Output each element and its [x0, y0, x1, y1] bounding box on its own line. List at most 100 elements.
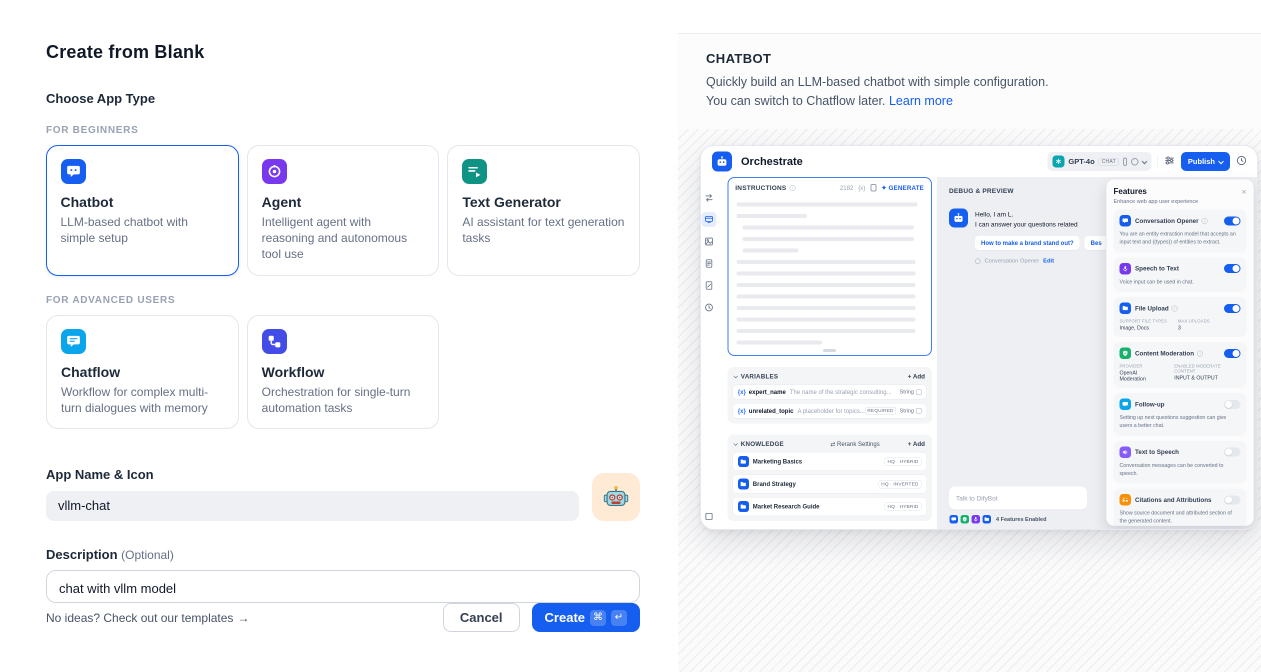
- learn-more-link[interactable]: Learn more: [889, 94, 953, 108]
- feature-toggle[interactable]: [1224, 216, 1241, 225]
- dataset-icon: [738, 501, 749, 512]
- cancel-button[interactable]: Cancel: [443, 603, 520, 632]
- preview-topbar: Orchestrate ∗ GPT-4o CHAT: [701, 146, 1258, 177]
- close-icon[interactable]: ×: [1242, 187, 1247, 196]
- opener-icon: [975, 258, 981, 264]
- app-name-input[interactable]: [46, 491, 579, 521]
- collapse-icon[interactable]: [733, 441, 737, 445]
- type-icon: [916, 389, 922, 395]
- feature-toggle[interactable]: [1224, 399, 1241, 408]
- placeholder-line: [736, 202, 917, 206]
- feature-toggle[interactable]: [1224, 447, 1241, 456]
- file-text-icon[interactable]: [702, 256, 717, 271]
- app-logo-icon: [712, 151, 732, 171]
- features-panel: Features × Enhance web app user experien…: [1106, 179, 1254, 526]
- resize-handle[interactable]: [823, 349, 836, 352]
- text-generator-icon: [462, 159, 487, 184]
- publish-button[interactable]: Publish: [1181, 152, 1230, 171]
- knowledge-row[interactable]: Market Research GuideHQ · HYBRID: [732, 497, 927, 516]
- tune-icon[interactable]: [1164, 154, 1175, 168]
- placeholder-line: [736, 329, 915, 333]
- description-textarea[interactable]: chat with vllm model: [46, 570, 640, 603]
- preview-panel-header: CHATBOT Quickly build an LLM-based chatb…: [678, 34, 1261, 129]
- description-label-row: Description (Optional): [46, 547, 640, 562]
- choose-app-type-label: Choose App Type: [46, 91, 640, 106]
- placeholder-line: [736, 294, 915, 298]
- variable-row[interactable]: {x}unrelated_topicA placeholder for topi…: [732, 403, 927, 419]
- create-form-panel: Create from Blank Choose App Type FOR BE…: [0, 0, 678, 672]
- app-name-row: App Name & Icon: [46, 467, 640, 521]
- instructions-placeholder-text: [728, 195, 931, 344]
- feature-toggle[interactable]: [1224, 495, 1241, 504]
- create-button[interactable]: Create ⌘ ↵: [532, 603, 640, 632]
- app-type-card-text-generator[interactable]: Text GeneratorAI assistant for text gene…: [447, 145, 640, 276]
- feature-toggle[interactable]: [1224, 348, 1241, 357]
- params-icon: [1131, 157, 1139, 165]
- chat-mini-icon: [949, 514, 959, 524]
- app-icon-picker[interactable]: [592, 473, 640, 521]
- retrieval-badge: HQ · INVERTED: [878, 479, 921, 488]
- app-type-preview-panel: CHATBOT Quickly build an LLM-based chatb…: [678, 0, 1261, 672]
- history-icon[interactable]: [1236, 154, 1247, 168]
- placeholder-line: [736, 340, 822, 344]
- char-count: 2182: [840, 184, 853, 191]
- create-app-dialog: Create from Blank Choose App Type FOR BE…: [0, 0, 1261, 672]
- templates-link[interactable]: No ideas? Check out our templates→: [46, 611, 249, 625]
- file-edit-icon[interactable]: [702, 278, 717, 293]
- feature-card-follow-up: Follow-upSetting up next questions sugge…: [1114, 393, 1247, 436]
- bot-avatar: [949, 208, 968, 227]
- dataset-icon: [738, 478, 749, 489]
- app-type-heading: CHATBOT: [706, 51, 1233, 66]
- retrieval-badge: HQ · HYBRID: [885, 457, 922, 466]
- variable-row[interactable]: {x}expert_nameThe name of the strategic …: [732, 384, 927, 399]
- preview-config-column: INSTRUCTIONS 2182 {x} ✦ GENERATE: [717, 177, 937, 530]
- frame-icon[interactable]: [702, 509, 717, 524]
- arrow-right-icon: →: [237, 611, 249, 625]
- swap-icon[interactable]: [702, 190, 717, 205]
- beginner-app-cards: ChatbotLLM-based chatbot with simple set…: [46, 145, 640, 276]
- model-selector[interactable]: ∗ GPT-4o CHAT: [1047, 152, 1151, 171]
- add-knowledge-button[interactable]: + Add: [908, 440, 925, 447]
- suggested-question-chip[interactable]: How to make a brand stand out?: [975, 236, 1080, 250]
- info-icon: [1172, 305, 1178, 311]
- instructions-panel[interactable]: INSTRUCTIONS 2182 {x} ✦ GENERATE: [727, 177, 932, 356]
- enter-key-icon: ↵: [611, 610, 627, 626]
- preview-canvas: Orchestrate ∗ GPT-4o CHAT: [678, 129, 1261, 672]
- shield-mini-icon: [960, 514, 970, 524]
- suggested-question-chip[interactable]: Bes: [1085, 236, 1108, 250]
- retrieval-badge: HQ · HYBRID: [885, 502, 922, 511]
- placeholder-line: [742, 237, 914, 241]
- add-variable-button[interactable]: + Add: [908, 373, 925, 380]
- edit-opener-button[interactable]: Edit: [1043, 258, 1054, 264]
- beginners-group-label: FOR BEGINNERS: [46, 125, 640, 136]
- type-icon: [916, 408, 922, 414]
- collapse-icon[interactable]: [733, 374, 737, 378]
- image-icon[interactable]: [702, 234, 717, 249]
- chat-mode-badge: CHAT: [1099, 157, 1119, 165]
- history-icon[interactable]: [702, 300, 717, 315]
- orchestrate-icon[interactable]: [702, 212, 717, 227]
- gpt4o-model-icon: ∗: [1052, 155, 1064, 167]
- rerank-settings-button[interactable]: ⇄ Rerank Settings: [830, 440, 879, 447]
- agent-icon: [262, 159, 287, 184]
- app-type-card-chatbot[interactable]: ChatbotLLM-based chatbot with simple set…: [46, 145, 239, 276]
- copy-icon[interactable]: [870, 184, 876, 192]
- app-type-card-agent[interactable]: AgentIntelligent agent with reasoning an…: [247, 145, 440, 276]
- app-type-card-workflow[interactable]: WorkflowOrchestration for single-turn au…: [247, 315, 440, 429]
- mic-mini-icon: [971, 514, 981, 524]
- generate-button[interactable]: ✦ GENERATE: [881, 184, 924, 192]
- placeholder-line: [742, 248, 798, 252]
- dialog-footer: No ideas? Check out our templates→ Cance…: [46, 603, 640, 654]
- feature-toggle[interactable]: [1224, 264, 1241, 273]
- chatbot-preview-image: Orchestrate ∗ GPT-4o CHAT: [700, 145, 1258, 530]
- app-type-card-chatflow[interactable]: ChatflowWorkflow for complex multi-turn …: [46, 315, 239, 429]
- shield-icon: [1120, 347, 1132, 359]
- knowledge-row[interactable]: Marketing BasicsHQ · HYBRID: [732, 452, 927, 471]
- chat-input[interactable]: Talk to DifyBot: [949, 486, 1087, 509]
- feature-toggle[interactable]: [1224, 303, 1241, 312]
- knowledge-row[interactable]: Brand StrategyHQ · INVERTED: [732, 474, 927, 493]
- feature-card-text-to-speech: Text to SpeechConversation messages can …: [1114, 440, 1247, 483]
- dataset-icon: [738, 456, 749, 467]
- advanced-group-label: FOR ADVANCED USERS: [46, 295, 640, 306]
- workflow-icon: [262, 329, 287, 354]
